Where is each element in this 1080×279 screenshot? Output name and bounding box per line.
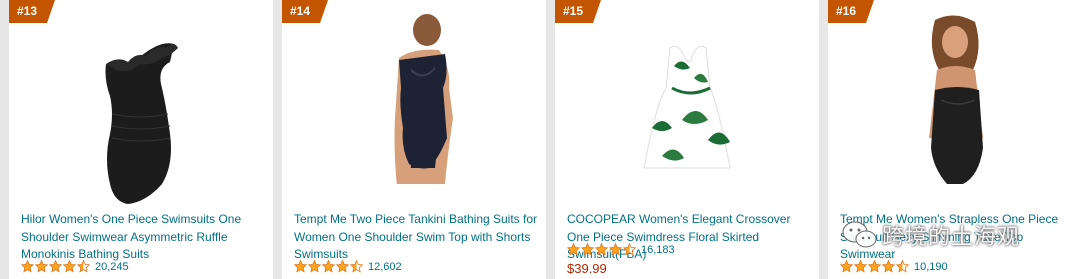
star-rating [567,243,637,256]
bestseller-grid: #13 Hilor Women's One Piece Swimsuits On… [0,0,1080,279]
product-image[interactable] [9,34,273,210]
rank-label: #16 [836,4,857,18]
star-icon [882,260,895,273]
review-count[interactable]: 20,245 [95,261,129,273]
rank-badge: #14 [282,0,328,23]
star-icon [840,260,853,273]
rank-badge: #15 [555,0,601,23]
review-count[interactable]: 16,183 [641,244,675,256]
rating-row[interactable]: 10,190 [840,260,948,273]
rating-row[interactable]: 12,602 [294,260,402,273]
rating-row[interactable]: 20,245 [21,260,129,273]
star-rating [294,260,364,273]
product-card[interactable]: #13 Hilor Women's One Piece Swimsuits On… [9,0,273,279]
star-icon [63,260,76,273]
star-icon [294,260,307,273]
star-icon [49,260,62,273]
star-icon [35,260,48,273]
star-icon [609,243,622,256]
rank-label: #15 [563,4,584,18]
star-icon [77,260,90,273]
floral-swimdress-image [643,45,731,169]
product-image[interactable] [555,34,819,210]
rating-row[interactable]: 16,183 [567,243,675,256]
rank-label: #14 [290,4,311,18]
star-icon [896,260,909,273]
review-count[interactable]: 10,190 [914,261,948,273]
product-card[interactable]: #15 COCOPEAR Women's Elegant Crossover O… [555,0,819,279]
product-card[interactable]: #14 Tempt Me Two Piece Tankini Bathing S… [282,0,546,279]
product-card[interactable]: #16 Tempt Me Women's Strapless One Piece… [828,0,1080,279]
swimsuit-image [105,43,178,205]
star-icon [623,243,636,256]
star-icon [581,243,594,256]
product-title-link[interactable]: Tempt Me Two Piece Tankini Bathing Suits… [294,211,538,264]
star-icon [567,243,580,256]
product-image[interactable] [282,14,546,210]
rank-badge: #16 [828,0,874,23]
star-icon [350,260,363,273]
star-icon [868,260,881,273]
review-count[interactable]: 12,602 [368,261,402,273]
star-rating [21,260,91,273]
star-icon [21,260,34,273]
model-swimsuit-image [394,14,453,184]
star-icon [336,260,349,273]
product-image[interactable] [828,15,1080,210]
rank-label: #13 [17,4,38,18]
model-strapless-swimsuit-image [929,15,983,184]
star-icon [595,243,608,256]
star-icon [854,260,867,273]
product-title-link[interactable]: Tempt Me Women's Strapless One Piece Swi… [840,211,1072,264]
star-icon [308,260,321,273]
rank-badge: #13 [9,0,55,23]
product-price: $39.99 [567,261,607,276]
star-rating [840,260,910,273]
product-title-link[interactable]: Hilor Women's One Piece Swimsuits One Sh… [21,211,261,264]
star-icon [322,260,335,273]
